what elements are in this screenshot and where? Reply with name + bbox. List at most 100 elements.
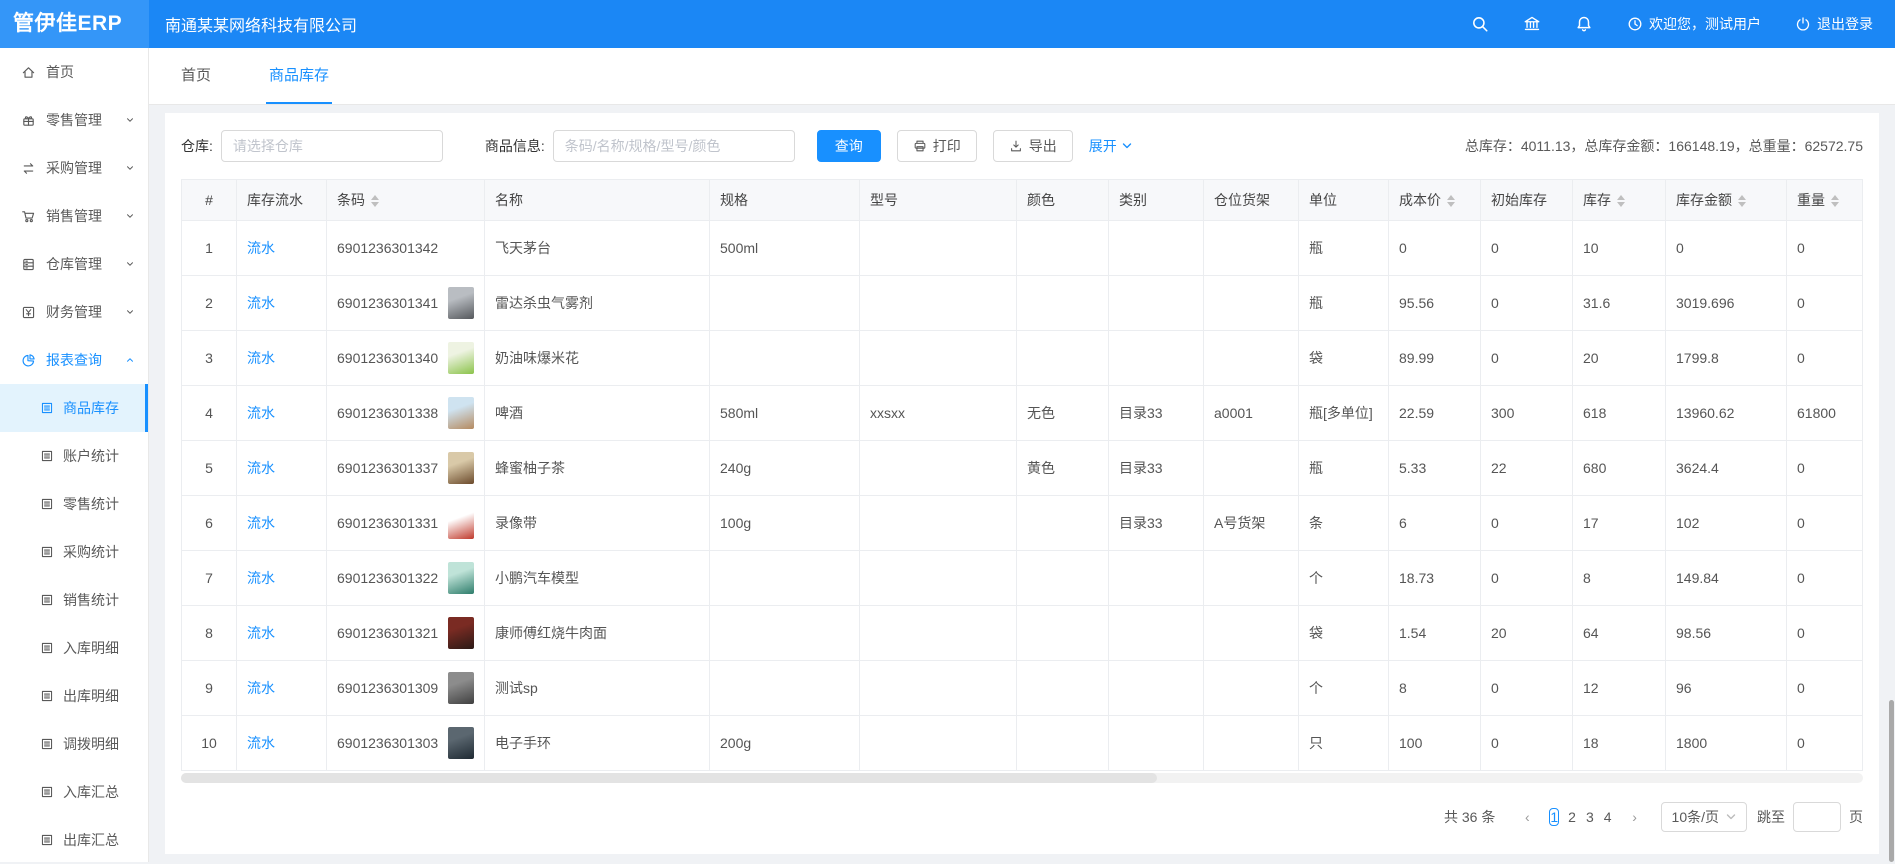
flow-link[interactable]: 流水 xyxy=(247,405,275,421)
sidebar-subitem-商品库存[interactable]: 商品库存 xyxy=(0,384,148,432)
vertical-scrollbar-thumb[interactable] xyxy=(1889,700,1894,862)
sidebar-item-报表查询[interactable]: 报表查询 xyxy=(0,336,148,384)
report-icon xyxy=(40,593,54,607)
cell-barcode: 6901236301321 xyxy=(327,606,485,661)
column-label: 条码 xyxy=(337,192,365,208)
next-page-button[interactable]: › xyxy=(1621,802,1649,832)
sidebar-item-仓库管理[interactable]: 仓库管理 xyxy=(0,240,148,288)
prev-page-button[interactable]: ‹ xyxy=(1513,802,1541,832)
chevron-down-icon xyxy=(125,307,135,317)
sidebar-subitem-出库明细[interactable]: 出库明细 xyxy=(0,672,148,720)
sidebar: 首页零售管理采购管理销售管理仓库管理财务管理报表查询商品库存账户统计零售统计采购… xyxy=(0,48,149,862)
bank-icon[interactable] xyxy=(1523,15,1541,33)
sidebar-subitem-入库汇总[interactable]: 入库汇总 xyxy=(0,768,148,816)
column-header-amount[interactable]: 库存金额 xyxy=(1666,180,1787,221)
horizontal-scrollbar[interactable] xyxy=(181,773,1863,783)
column-label: 名称 xyxy=(495,192,523,208)
page-button-3[interactable]: 3 xyxy=(1585,808,1595,826)
column-header-stock[interactable]: 库存 xyxy=(1573,180,1666,221)
cell-weight: 0 xyxy=(1787,221,1863,276)
bell-icon[interactable] xyxy=(1575,15,1593,33)
cell-idx: 2 xyxy=(182,276,237,331)
tab-商品库存[interactable]: 商品库存 xyxy=(266,64,332,104)
page-size-select[interactable]: 10条/页 xyxy=(1661,802,1747,832)
cell-amount: 0 xyxy=(1666,221,1787,276)
sidebar-subitem-入库明细[interactable]: 入库明细 xyxy=(0,624,148,672)
flow-link[interactable]: 流水 xyxy=(247,570,275,586)
barcode-text: 6901236301337 xyxy=(337,460,438,476)
expand-link[interactable]: 展开 xyxy=(1089,136,1132,156)
cell-amount: 102 xyxy=(1666,496,1787,551)
page-button-2[interactable]: 2 xyxy=(1567,808,1577,826)
cell-weight: 0 xyxy=(1787,496,1863,551)
cell-category xyxy=(1109,661,1204,716)
cell-amount: 13960.62 xyxy=(1666,386,1787,441)
tab-首页[interactable]: 首页 xyxy=(178,64,214,104)
column-header-weight[interactable]: 重量 xyxy=(1787,180,1863,221)
column-header-cost[interactable]: 成本价 xyxy=(1389,180,1481,221)
flow-link[interactable]: 流水 xyxy=(247,295,275,311)
product-thumbnail xyxy=(448,452,474,484)
column-header-barcode[interactable]: 条码 xyxy=(327,180,485,221)
sidebar-item-采购管理[interactable]: 采购管理 xyxy=(0,144,148,192)
cell-model xyxy=(860,221,1017,276)
cell-name: 蜂蜜柚子茶 xyxy=(485,441,710,496)
cell-flow: 流水 xyxy=(237,331,327,386)
swap-icon xyxy=(21,161,36,176)
flow-link[interactable]: 流水 xyxy=(247,460,275,476)
cell-unit: 袋 xyxy=(1299,606,1389,661)
cell-flow: 流水 xyxy=(237,716,327,771)
search-icon[interactable] xyxy=(1471,15,1489,33)
cell-unit: 瓶 xyxy=(1299,221,1389,276)
page-button-4[interactable]: 4 xyxy=(1603,808,1613,826)
flow-link[interactable]: 流水 xyxy=(247,625,275,641)
topbar-right: 欢迎您，测试用户 退出登录 xyxy=(1437,14,1895,34)
horizontal-scrollbar-thumb[interactable] xyxy=(181,773,1157,783)
sidebar-subitem-采购统计[interactable]: 采购统计 xyxy=(0,528,148,576)
print-button[interactable]: 打印 xyxy=(897,130,977,162)
search-button[interactable]: 查询 xyxy=(817,130,881,162)
sidebar-subitem-出库汇总[interactable]: 出库汇总 xyxy=(0,816,148,864)
flow-link[interactable]: 流水 xyxy=(247,735,275,751)
sort-caret-icon[interactable] xyxy=(1447,195,1455,207)
shop-icon xyxy=(21,113,36,128)
report-icon xyxy=(40,497,54,511)
flow-link[interactable]: 流水 xyxy=(247,240,275,256)
logout-button[interactable]: 退出登录 xyxy=(1795,14,1873,34)
sort-caret-icon[interactable] xyxy=(1831,195,1839,207)
warehouse-select[interactable] xyxy=(221,130,443,162)
cell-color: 黄色 xyxy=(1017,441,1109,496)
export-button[interactable]: 导出 xyxy=(993,130,1073,162)
cell-amount: 3019.696 xyxy=(1666,276,1787,331)
flow-link[interactable]: 流水 xyxy=(247,350,275,366)
sidebar-subitem-零售统计[interactable]: 零售统计 xyxy=(0,480,148,528)
cell-stock: 64 xyxy=(1573,606,1666,661)
page-button-1[interactable]: 1 xyxy=(1549,808,1559,826)
flow-link[interactable]: 流水 xyxy=(247,680,275,696)
sidebar-subitem-调拨明细[interactable]: 调拨明细 xyxy=(0,720,148,768)
welcome-user[interactable]: 欢迎您，测试用户 xyxy=(1627,14,1761,34)
cell-init_stock: 0 xyxy=(1481,221,1573,276)
sidebar-item-销售管理[interactable]: 销售管理 xyxy=(0,192,148,240)
product-info-input[interactable] xyxy=(553,130,795,162)
sidebar-subitem-账户统计[interactable]: 账户统计 xyxy=(0,432,148,480)
sidebar-item-零售管理[interactable]: 零售管理 xyxy=(0,96,148,144)
cell-color xyxy=(1017,221,1109,276)
cell-stock: 618 xyxy=(1573,386,1666,441)
sort-caret-icon[interactable] xyxy=(1738,195,1746,207)
cell-weight: 0 xyxy=(1787,716,1863,771)
sidebar-item-首页[interactable]: 首页 xyxy=(0,48,148,96)
tab-bar: 首页 商品库存 xyxy=(149,48,1895,105)
sidebar-subitem-label: 账户统计 xyxy=(63,446,119,466)
sort-caret-icon[interactable] xyxy=(1617,195,1625,207)
sidebar-subitem-销售统计[interactable]: 销售统计 xyxy=(0,576,148,624)
sidebar-subitem-label: 入库汇总 xyxy=(63,782,119,802)
cell-unit: 个 xyxy=(1299,661,1389,716)
column-header-name: 名称 xyxy=(485,180,710,221)
flow-link[interactable]: 流水 xyxy=(247,515,275,531)
sidebar-item-财务管理[interactable]: 财务管理 xyxy=(0,288,148,336)
jump-page-input[interactable] xyxy=(1793,802,1841,832)
cell-name: 奶油味爆米花 xyxy=(485,331,710,386)
cell-model: xxsxx xyxy=(860,386,1017,441)
sort-caret-icon[interactable] xyxy=(371,195,379,207)
